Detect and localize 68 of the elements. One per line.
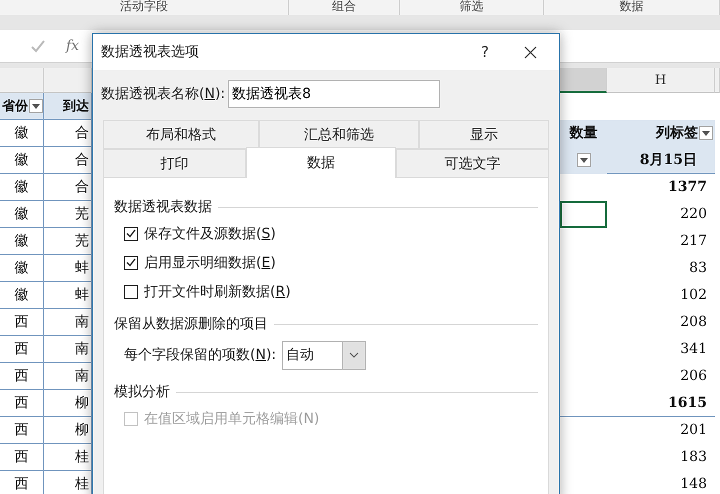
table-cell: 西: [0, 417, 44, 444]
selected-cell[interactable]: [560, 201, 607, 228]
checkbox[interactable]: [124, 226, 138, 240]
table-cell: 西: [0, 390, 44, 417]
filter-button[interactable]: [576, 153, 590, 167]
table-cell: 柳: [44, 417, 92, 444]
option-label: 每个字段保留的项数(N):: [124, 346, 276, 364]
tab[interactable]: 数据: [246, 147, 396, 178]
option-label: 保存文件及源数据(S): [144, 224, 276, 242]
checkbox[interactable]: [124, 284, 138, 298]
section-title: 数据透视表数据: [114, 198, 212, 216]
column-header[interactable]: H: [607, 68, 715, 93]
header-text: 数量: [570, 124, 598, 142]
option-label: 启用显示明细数据(E): [144, 254, 276, 272]
tab[interactable]: 打印: [103, 149, 246, 178]
caret-icon: [32, 104, 40, 108]
table-cell: 徽: [0, 282, 44, 309]
dialog-title: 数据透视表选项: [101, 43, 200, 61]
help-button[interactable]: ?: [465, 37, 505, 67]
tab[interactable]: 布局和格式: [103, 120, 259, 149]
table-cell: 合: [44, 147, 92, 174]
table-cell: 西: [0, 336, 44, 363]
table-cell: 蚌: [44, 282, 92, 309]
table-cell: 西: [0, 444, 44, 471]
table-cell: 芜: [44, 201, 92, 228]
table-cell: 南: [44, 309, 92, 336]
dropdown-field[interactable]: 自动: [282, 340, 366, 370]
table-cell: 蚌: [44, 255, 92, 282]
table-cell: 西: [0, 309, 44, 336]
check-icon[interactable]: [30, 39, 46, 53]
table-cell: 徽: [0, 120, 44, 147]
caret-icon: [580, 158, 588, 162]
filter-button[interactable]: [699, 126, 713, 140]
section-title: 模拟分析: [114, 383, 170, 401]
option-label: 打开文件时刷新数据(R): [144, 282, 291, 300]
filter-button[interactable]: [29, 99, 43, 113]
tab[interactable]: 显示: [419, 120, 549, 149]
table-cell: 合: [44, 120, 92, 147]
header-text: 省份: [2, 98, 28, 115]
table-cell: 徽: [0, 228, 44, 255]
table-cell: 桂: [44, 444, 92, 471]
table-cell: 徽: [0, 147, 44, 174]
tab[interactable]: 可选文字: [396, 149, 549, 178]
chevron-icon: [349, 352, 360, 358]
section-title: 保留从数据源删除的项目: [114, 315, 268, 333]
header-text: 列标签: [656, 124, 698, 142]
tab[interactable]: 汇总和筛选: [259, 120, 419, 149]
option-label: 数据透视表名称(N):: [101, 85, 226, 103]
table-cell: 徽: [0, 201, 44, 228]
table-cell: 合: [44, 174, 92, 201]
table-cell: 徽: [0, 255, 44, 282]
name-field[interactable]: 数据透视表8: [228, 80, 440, 108]
close-icon: [524, 46, 536, 58]
function-label[interactable]: fx: [66, 38, 80, 54]
table-cell: 西: [0, 363, 44, 390]
checkbox[interactable]: [124, 256, 138, 270]
option-label: 在值区域启用单元格编辑(N): [144, 410, 320, 428]
check-icon: [126, 229, 136, 238]
table-cell: 徽: [0, 174, 44, 201]
column-header[interactable]: [560, 68, 607, 93]
caret-icon: [702, 130, 710, 136]
table-cell: 南: [44, 363, 92, 390]
check-icon: [126, 258, 136, 267]
table-cell: 芜: [44, 228, 92, 255]
table-cell: 南: [44, 336, 92, 363]
header-text: 8月15日: [640, 151, 697, 169]
table-cell: 柳: [44, 390, 92, 417]
header-text: 到达: [63, 98, 89, 115]
